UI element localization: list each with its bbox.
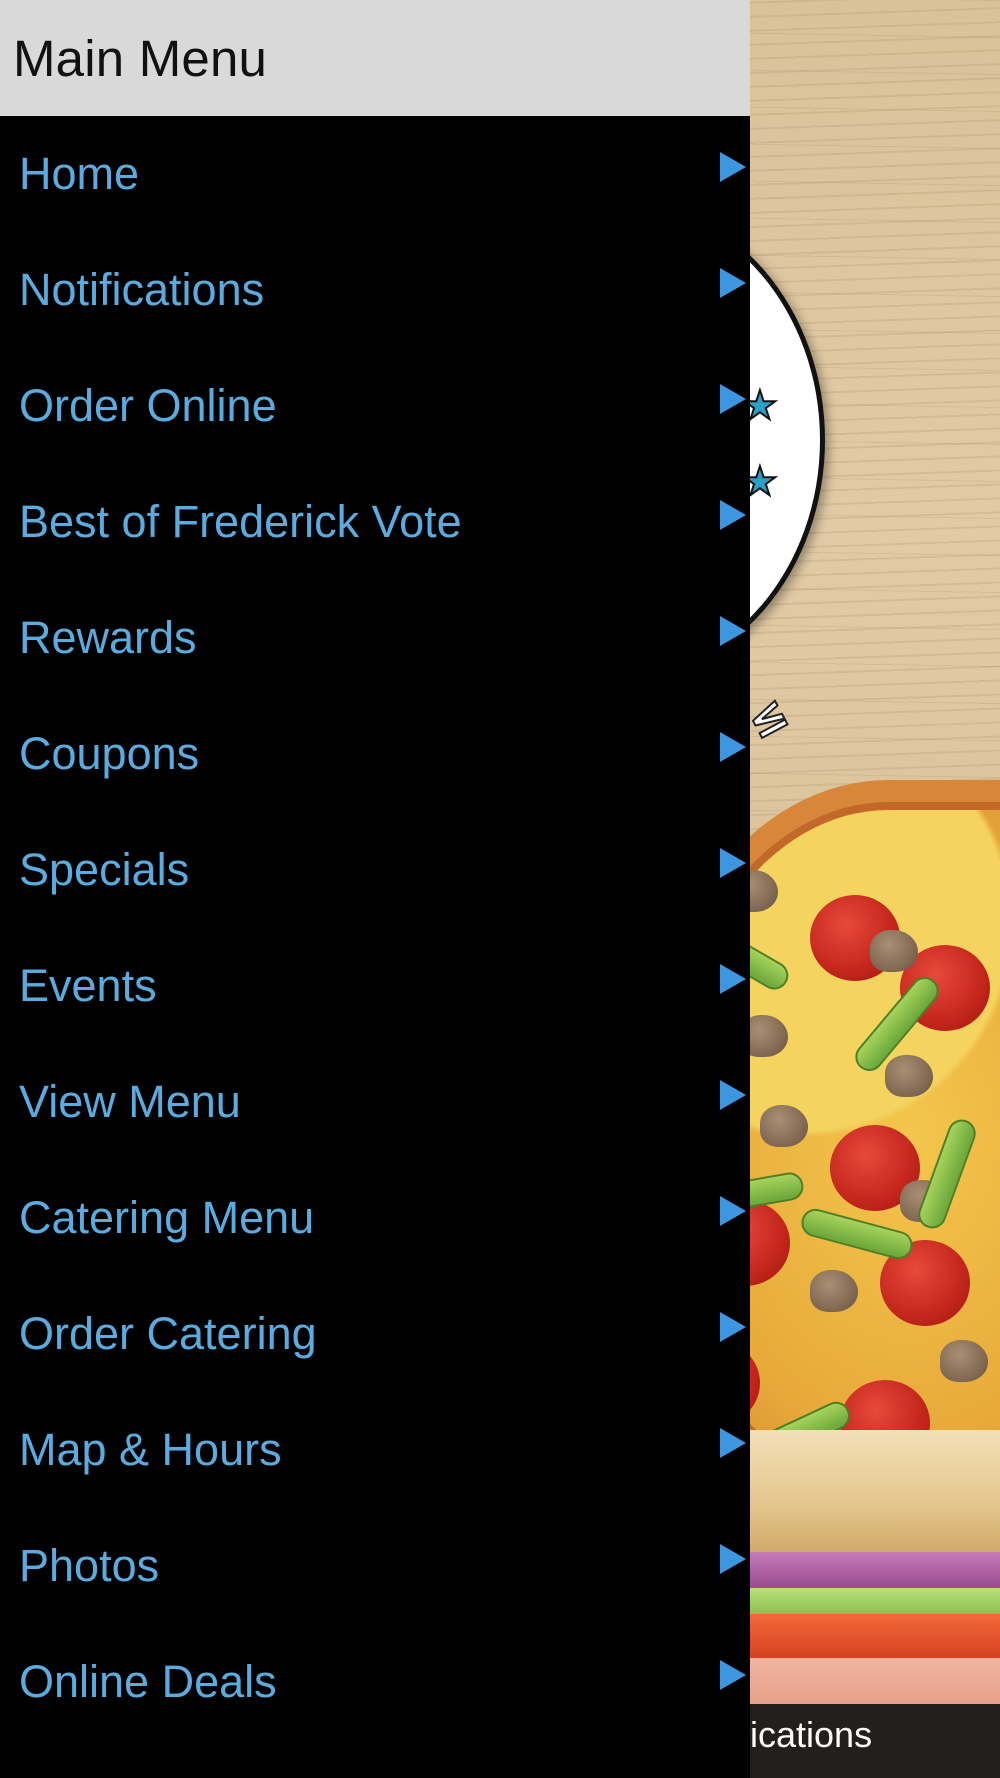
menu-item-order-catering[interactable]: Order Catering: [0, 1276, 750, 1392]
menu-item-catering-menu[interactable]: Catering Menu: [0, 1160, 750, 1276]
menu-item-label: Best of Frederick Vote: [19, 496, 462, 547]
drawer-title: Main Menu: [13, 29, 268, 87]
app-screen: ★ ★ ≤ ifications Main Menu Home Notifica…: [0, 0, 1000, 1778]
chevron-right-icon: [720, 268, 746, 298]
chevron-right-icon: [720, 848, 746, 878]
menu-item-home[interactable]: Home: [0, 116, 750, 232]
chevron-right-icon: [720, 732, 746, 762]
menu-item-label: Photos: [19, 1540, 160, 1591]
menu-item-online-deals[interactable]: Online Deals: [0, 1624, 750, 1740]
chevron-right-icon: [720, 1196, 746, 1226]
main-menu-drawer: Main Menu Home Notifications Order Onlin…: [0, 0, 750, 1778]
menu-item-coupons[interactable]: Coupons: [0, 696, 750, 812]
menu-item-label: Order Online: [19, 380, 277, 431]
menu-item-view-menu[interactable]: View Menu: [0, 1044, 750, 1160]
menu-item-label: Catering Menu: [19, 1192, 315, 1243]
chevron-right-icon: [720, 1428, 746, 1458]
chevron-right-icon: [720, 500, 746, 530]
menu-list: Home Notifications Order Online Best of …: [0, 116, 750, 1740]
menu-item-specials[interactable]: Specials: [0, 812, 750, 928]
menu-item-label: Rewards: [19, 612, 197, 663]
menu-item-label: Home: [19, 148, 140, 199]
chevron-right-icon: [720, 1312, 746, 1342]
chevron-right-icon: [720, 384, 746, 414]
menu-item-label: Coupons: [19, 728, 200, 779]
menu-item-rewards[interactable]: Rewards: [0, 580, 750, 696]
chevron-right-icon: [720, 1544, 746, 1574]
chevron-right-icon: [720, 152, 746, 182]
chevron-right-icon: [720, 616, 746, 646]
chevron-right-icon: [720, 964, 746, 994]
menu-item-label: Specials: [19, 844, 190, 895]
menu-item-order-online[interactable]: Order Online: [0, 348, 750, 464]
menu-item-label: Events: [19, 960, 157, 1011]
menu-item-label: Map & Hours: [19, 1424, 282, 1475]
chevron-right-icon: [720, 1080, 746, 1110]
menu-item-map-hours[interactable]: Map & Hours: [0, 1392, 750, 1508]
menu-item-events[interactable]: Events: [0, 928, 750, 1044]
menu-item-label: Online Deals: [19, 1656, 277, 1707]
menu-item-best-of-frederick-vote[interactable]: Best of Frederick Vote: [0, 464, 750, 580]
chevron-right-icon: [720, 1660, 746, 1690]
tab-notifications-label[interactable]: ifications: [732, 1714, 872, 1756]
menu-item-notifications[interactable]: Notifications: [0, 232, 750, 348]
menu-item-photos[interactable]: Photos: [0, 1508, 750, 1624]
menu-item-label: Order Catering: [19, 1308, 317, 1359]
drawer-header: Main Menu: [0, 0, 750, 116]
menu-item-label: View Menu: [19, 1076, 241, 1127]
menu-item-label: Notifications: [19, 264, 265, 315]
